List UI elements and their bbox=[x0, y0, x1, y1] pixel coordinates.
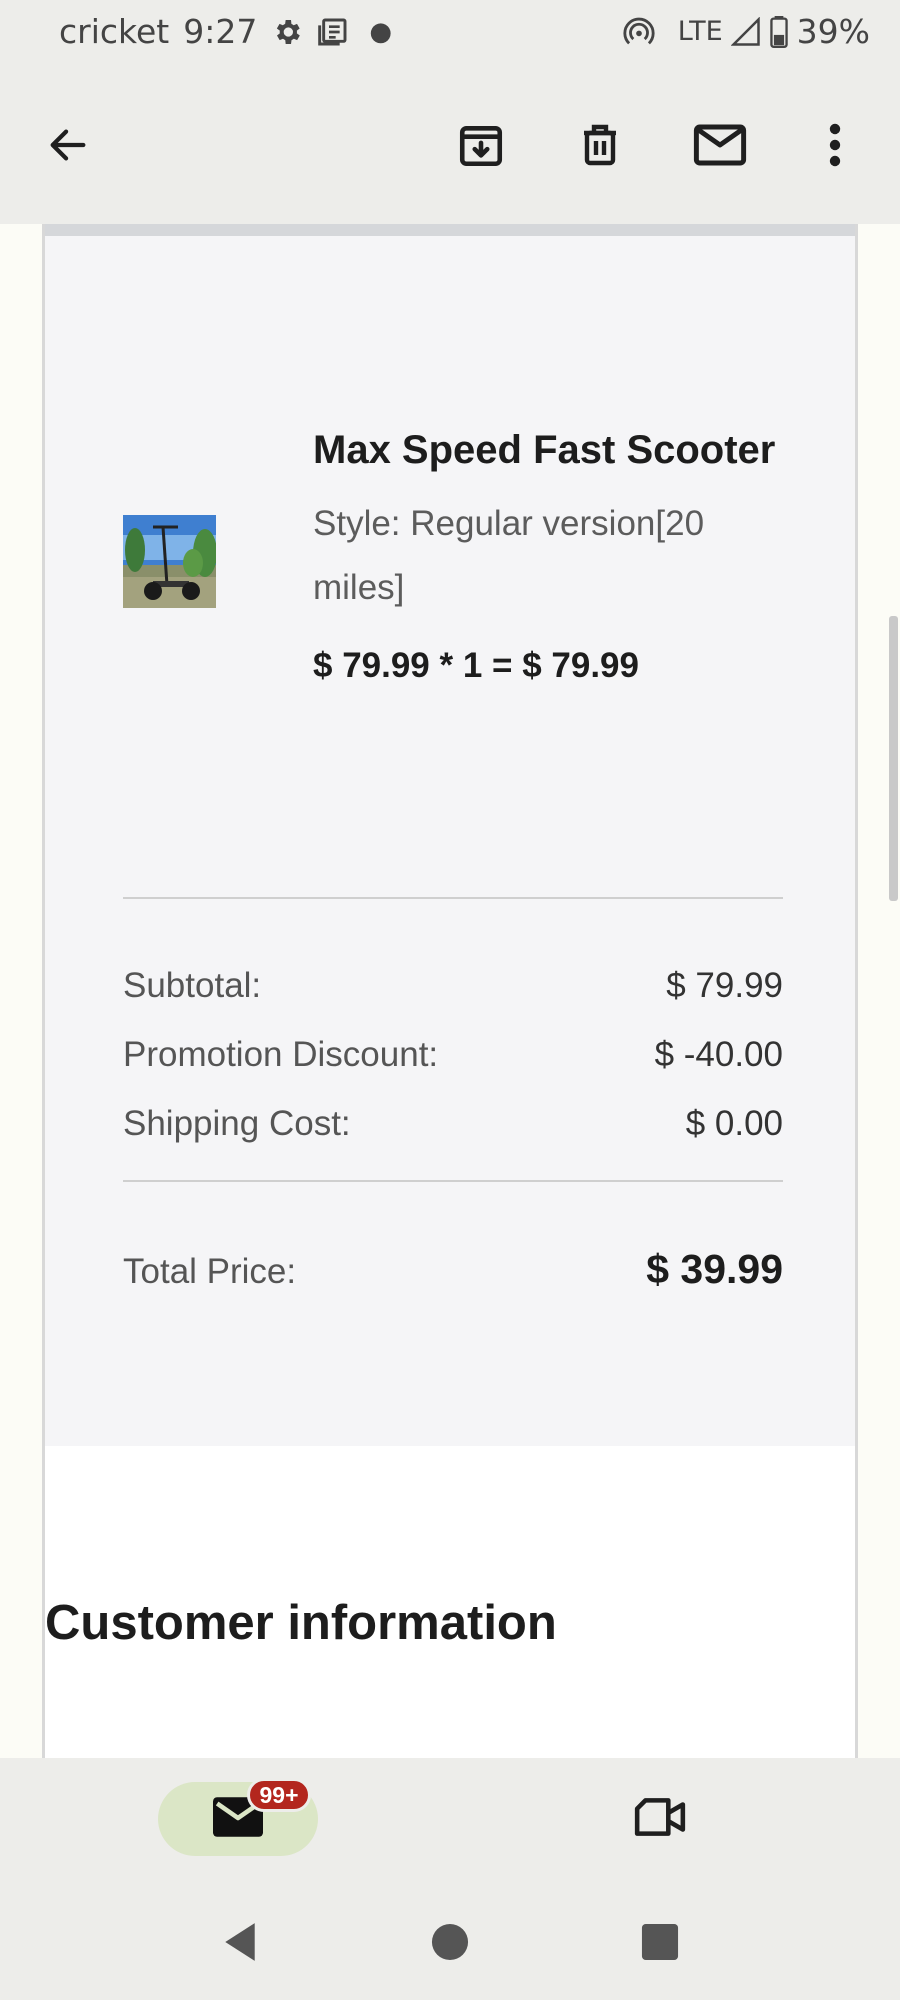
status-bar: cricket 9:27 ● LTE 39% bbox=[0, 0, 900, 66]
network-type: LTE bbox=[677, 16, 723, 47]
nav-meet-tab[interactable] bbox=[625, 1784, 695, 1854]
subtotal-label: Subtotal: bbox=[123, 966, 262, 1005]
battery-icon bbox=[769, 15, 789, 48]
unread-count-badge: 99+ bbox=[247, 1778, 311, 1812]
product-style: Style: Regular version[20 miles] bbox=[313, 504, 705, 607]
carrier-name: cricket bbox=[59, 12, 170, 51]
divider bbox=[123, 897, 783, 899]
product-name: Max Speed Fast Scooter bbox=[313, 428, 776, 472]
discount-row: Promotion Discount: $ -40.00 bbox=[123, 1035, 783, 1075]
discount-label: Promotion Discount: bbox=[123, 1035, 439, 1074]
mark-unread-button[interactable] bbox=[685, 110, 755, 180]
back-button[interactable] bbox=[33, 110, 103, 180]
delete-button[interactable] bbox=[565, 110, 635, 180]
discount-value: $ -40.00 bbox=[654, 1035, 783, 1074]
system-recents-button[interactable] bbox=[632, 1916, 688, 1972]
hotspot-icon bbox=[622, 15, 656, 49]
subtotal-value: $ 79.99 bbox=[666, 966, 783, 1005]
email-body[interactable]: Max Speed Fast Scooter Style: Regular ve… bbox=[0, 224, 900, 1758]
mark-unread-icon bbox=[693, 122, 747, 168]
total-row: Total Price: $ 39.99 bbox=[123, 1246, 783, 1293]
frame-top-strip bbox=[45, 224, 855, 236]
status-right: LTE 39% bbox=[622, 12, 870, 51]
total-label: Total Price: bbox=[123, 1252, 297, 1291]
news-icon bbox=[317, 16, 349, 48]
system-home-button[interactable] bbox=[422, 1916, 478, 1972]
notification-dot: ● bbox=[369, 16, 392, 47]
delete-icon bbox=[576, 120, 624, 170]
system-nav-bar bbox=[0, 1886, 900, 2000]
home-circle-icon bbox=[431, 1923, 469, 1965]
back-triangle-icon bbox=[221, 1921, 259, 1967]
clock: 9:27 bbox=[183, 12, 258, 51]
more-vert-icon bbox=[828, 123, 842, 167]
scrollbar-thumb[interactable] bbox=[889, 616, 898, 901]
email-frame: Max Speed Fast Scooter Style: Regular ve… bbox=[42, 224, 858, 1758]
product-price-line: $ 79.99 * 1 = $ 79.99 bbox=[313, 646, 639, 685]
system-back-button[interactable] bbox=[212, 1916, 268, 1972]
status-left: cricket 9:27 ● bbox=[59, 12, 392, 51]
shipping-value: $ 0.00 bbox=[685, 1104, 783, 1143]
more-options-button[interactable] bbox=[800, 110, 870, 180]
recents-square-icon bbox=[641, 1923, 679, 1965]
scooter-photo bbox=[123, 515, 216, 608]
divider bbox=[123, 1180, 783, 1182]
settings-icon bbox=[271, 16, 303, 48]
subtotal-row: Subtotal: $ 79.99 bbox=[123, 966, 783, 1006]
archive-icon bbox=[456, 120, 506, 170]
battery-percent: 39% bbox=[796, 12, 870, 51]
order-summary-panel: Max Speed Fast Scooter Style: Regular ve… bbox=[45, 236, 855, 1446]
shipping-label: Shipping Cost: bbox=[123, 1104, 351, 1143]
customer-info-heading: Customer information bbox=[45, 1596, 557, 1650]
shipping-row: Shipping Cost: $ 0.00 bbox=[123, 1104, 783, 1144]
archive-button[interactable] bbox=[446, 110, 516, 180]
signal-icon bbox=[730, 16, 761, 47]
bottom-nav: 99+ bbox=[0, 1758, 900, 1886]
app-bar bbox=[0, 66, 900, 224]
back-arrow-icon bbox=[45, 122, 91, 168]
total-value: $ 39.99 bbox=[646, 1246, 783, 1292]
product-thumbnail[interactable] bbox=[123, 515, 216, 608]
video-call-icon bbox=[633, 1796, 687, 1842]
